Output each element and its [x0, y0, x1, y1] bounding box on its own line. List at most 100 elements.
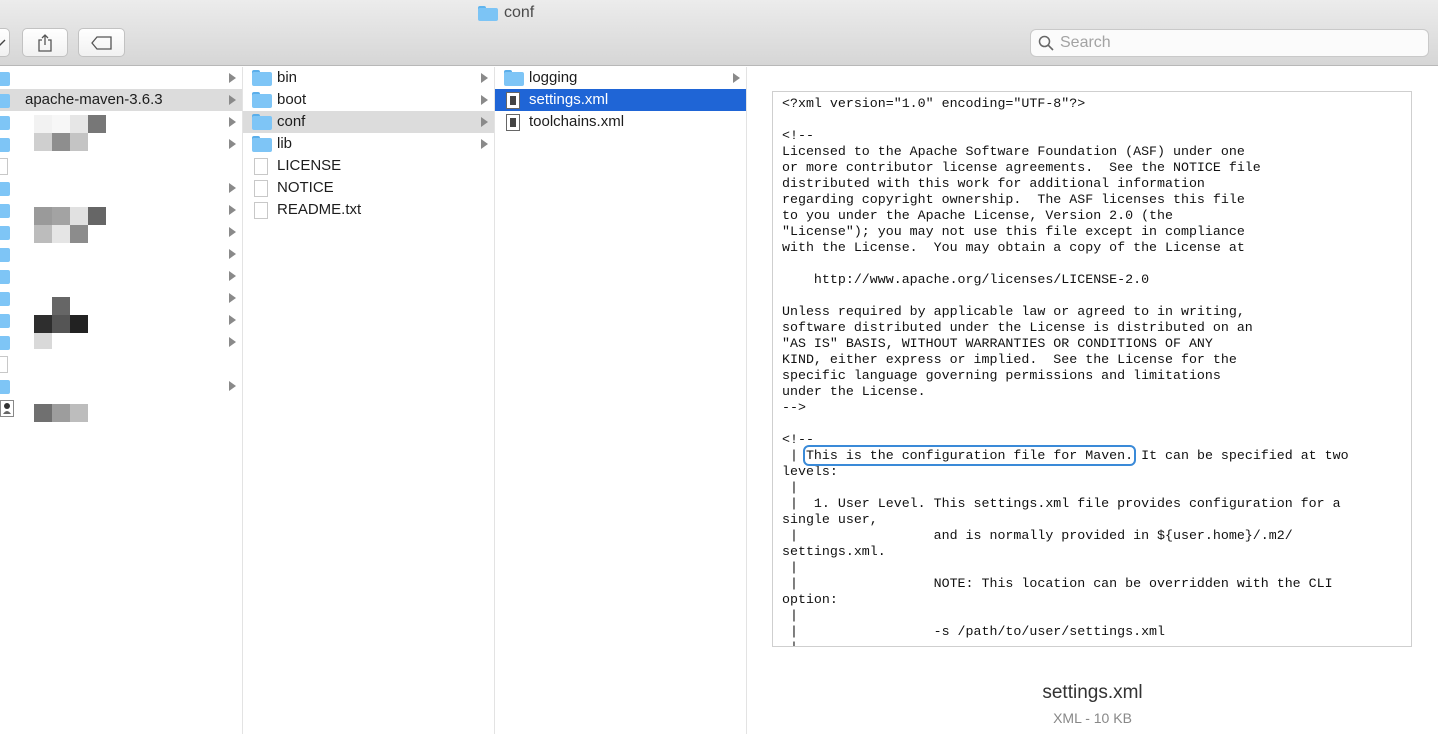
disclosure-arrow-icon [481, 73, 488, 83]
preview-file-meta: XML - 10 KB [1053, 710, 1132, 726]
list-item-lib[interactable]: lib [243, 133, 494, 155]
list-item-label: apache-maven-3.6.3 [25, 91, 163, 108]
list-item-apache-maven[interactable]: apache-maven-3.6.3 [0, 89, 242, 111]
redacted-block [70, 133, 88, 151]
folder-icon [0, 136, 10, 152]
column-parent: apache-maven-3.6.3 [0, 67, 243, 734]
list-item-logging[interactable]: logging [495, 67, 746, 89]
disclosure-arrow-icon [229, 139, 236, 149]
list-item[interactable] [0, 287, 242, 309]
toolbar: conf [0, 0, 1438, 66]
search-field[interactable] [1030, 29, 1429, 57]
list-item[interactable] [0, 375, 242, 397]
folder-icon [252, 136, 272, 152]
view-options-button[interactable] [0, 28, 10, 57]
list-item[interactable] [0, 177, 242, 199]
list-item[interactable] [0, 67, 242, 89]
redacted-block [34, 225, 52, 243]
disclosure-arrow-icon [481, 95, 488, 105]
list-item-label: NOTICE [277, 179, 334, 196]
list-item-boot[interactable]: boot [243, 89, 494, 111]
redacted-block [52, 225, 70, 243]
redacted-block [88, 207, 106, 225]
list-item[interactable] [0, 155, 242, 177]
text-document-icon [254, 202, 268, 219]
list-item-license[interactable]: LICENSE [243, 155, 494, 177]
folder-icon [252, 70, 272, 86]
image-file-icon [0, 400, 14, 417]
folder-icon [504, 70, 524, 86]
list-item-settings-xml[interactable]: settings.xml [495, 89, 746, 111]
redacted-block [88, 115, 106, 133]
redacted-block [34, 207, 52, 225]
folder-icon [0, 92, 10, 108]
list-item-label: LICENSE [277, 157, 342, 174]
redacted-block [70, 404, 88, 422]
redacted-block [52, 315, 70, 333]
tag-icon [90, 35, 112, 50]
list-item[interactable] [0, 243, 242, 265]
disclosure-arrow-icon [229, 205, 236, 215]
disclosure-arrow-icon [481, 117, 488, 127]
folder-icon [0, 180, 10, 196]
redacted-block [70, 115, 88, 133]
share-button[interactable] [22, 28, 68, 57]
list-item-label: README.txt [277, 201, 362, 218]
list-item-notice[interactable]: NOTICE [243, 177, 494, 199]
list-item-conf[interactable]: conf [243, 111, 494, 133]
folder-icon [0, 312, 10, 328]
list-item[interactable] [0, 265, 242, 287]
redacted-block [34, 404, 52, 422]
redacted-block [52, 297, 70, 315]
column-conf: logging settings.xml toolchains.xml [495, 67, 747, 734]
file-preview[interactable]: <?xml version="1.0" encoding="UTF-8"?> <… [772, 91, 1412, 647]
xml-file-icon [506, 92, 520, 109]
list-item-label: logging [529, 69, 578, 86]
disclosure-arrow-icon [229, 227, 236, 237]
document-icon [254, 158, 268, 175]
list-item[interactable] [0, 353, 242, 375]
document-icon [0, 158, 8, 175]
list-item-label: lib [277, 135, 293, 152]
list-item-toolchains-xml[interactable]: toolchains.xml [495, 111, 746, 133]
redacted-block [52, 133, 70, 151]
disclosure-arrow-icon [229, 183, 236, 193]
column-apache-maven: bin boot conf lib LICENSE NOTICE README.… [243, 67, 495, 734]
redacted-block [52, 115, 70, 133]
list-item-label: bin [277, 69, 298, 86]
disclosure-arrow-icon [229, 381, 236, 391]
redacted-block [34, 115, 52, 133]
search-icon [1038, 35, 1054, 51]
disclosure-arrow-icon [481, 139, 488, 149]
tags-button[interactable] [78, 28, 125, 57]
code-text: <?xml version="1.0" encoding="UTF-8"?> <… [782, 96, 1261, 463]
folder-icon [0, 378, 10, 394]
disclosure-arrow-icon [229, 95, 236, 105]
share-icon [38, 33, 52, 52]
folder-icon [0, 268, 10, 284]
folder-icon [252, 92, 272, 108]
folder-icon [0, 224, 10, 240]
redacted-block [70, 207, 88, 225]
search-input[interactable] [1060, 34, 1400, 52]
highlighted-text: This is the configuration file for Maven… [802, 445, 1137, 466]
folder-icon [0, 334, 10, 350]
folder-icon [0, 290, 10, 306]
xml-file-icon [506, 114, 520, 131]
disclosure-arrow-icon [229, 293, 236, 303]
redacted-block [34, 133, 52, 151]
folder-icon [252, 114, 272, 130]
redacted-block [52, 404, 70, 422]
disclosure-arrow-icon [229, 315, 236, 325]
folder-icon [0, 202, 10, 218]
window-title-label: conf [504, 4, 535, 21]
list-item-label: conf [277, 113, 306, 130]
list-item-readme[interactable]: README.txt [243, 199, 494, 221]
redacted-block [70, 225, 88, 243]
preview-pane: <?xml version="1.0" encoding="UTF-8"?> <… [747, 67, 1438, 734]
folder-icon [0, 246, 10, 262]
list-item-bin[interactable]: bin [243, 67, 494, 89]
file-content: <?xml version="1.0" encoding="UTF-8"?> <… [773, 92, 1411, 646]
folder-icon [478, 5, 498, 21]
document-icon [0, 356, 8, 373]
